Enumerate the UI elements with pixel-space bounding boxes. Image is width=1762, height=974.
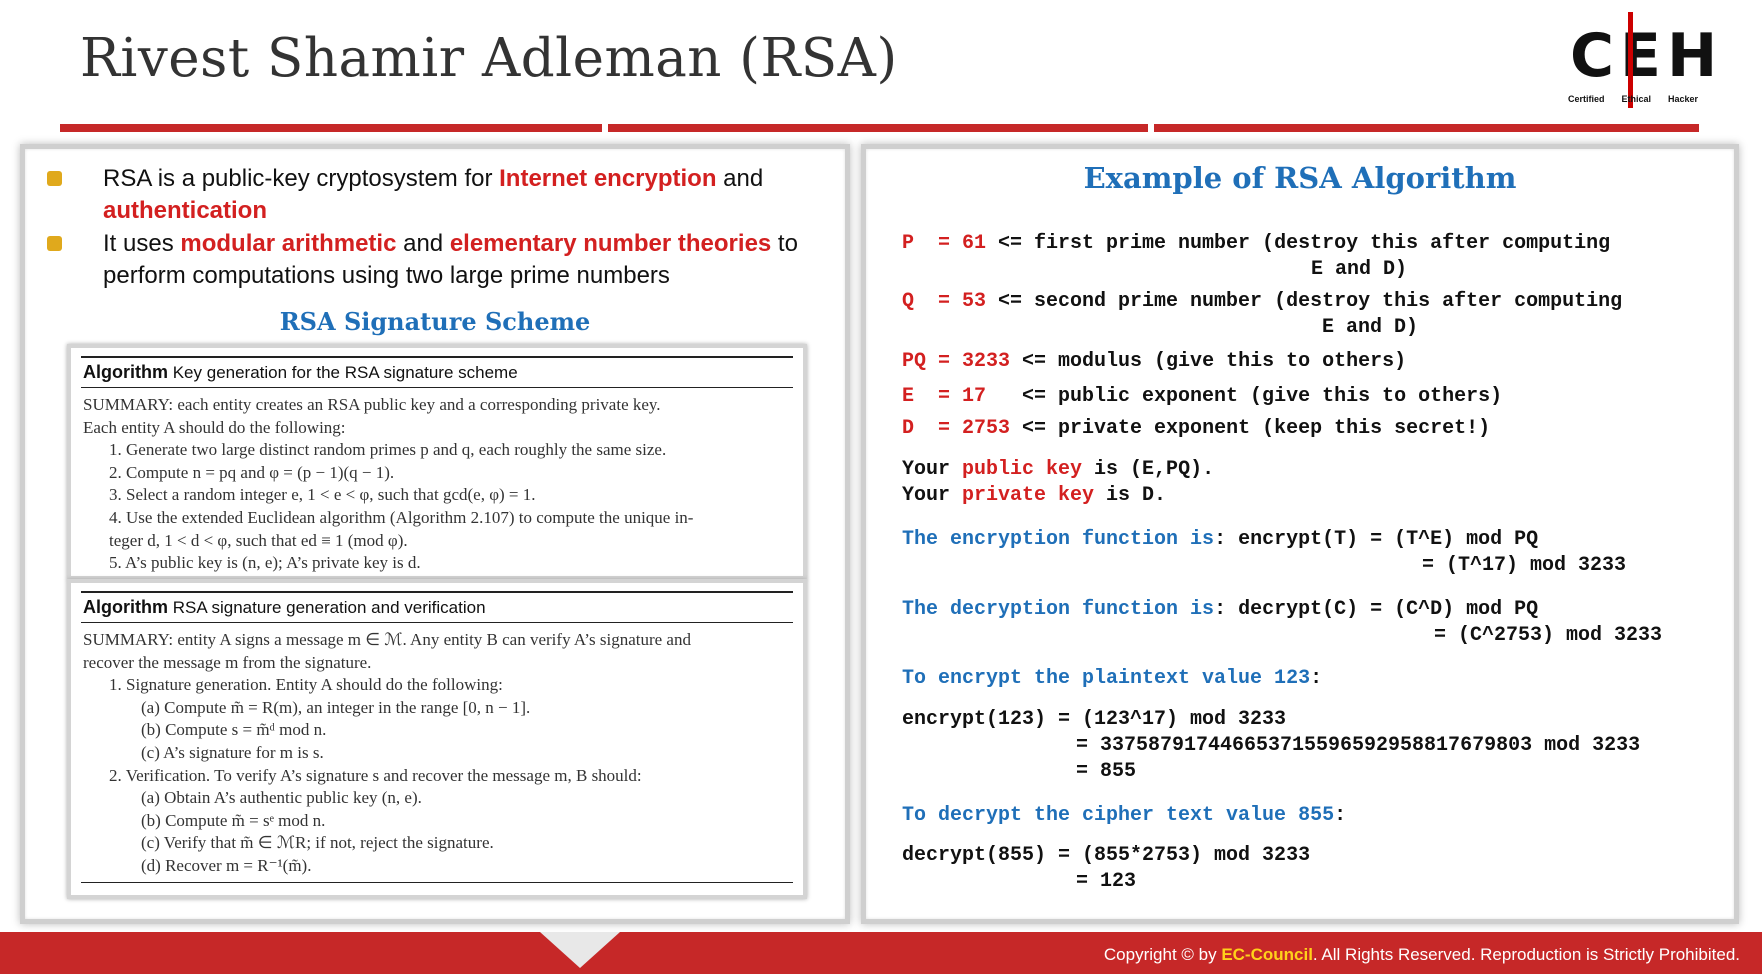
algo-line: 5. A’s public key is (n, e); A’s private…: [109, 553, 421, 573]
logo-word: Hacker: [1667, 94, 1698, 104]
encryption-function: The encryption function is: encrypt(T) =…: [902, 528, 1539, 551]
algorithm-body: SUMMARY: each entity creates an RSA publ…: [83, 394, 791, 575]
param-d: D = 2753 <= private exponent (keep this …: [902, 417, 1491, 440]
decrypt-heading: To decrypt the cipher text value 855:: [902, 804, 1347, 827]
logo-subtitle: Certified Ethical Hacker: [1568, 94, 1698, 104]
highlight-text: authentication: [103, 197, 268, 224]
algorithm-signature-box: Algorithm RSA signature generation and v…: [67, 579, 807, 899]
bullet-item-2: It uses modular arithmetic and elementar…: [47, 228, 817, 292]
algo-line: teger d, 1 < d < φ, such that ed ≡ 1 (mo…: [109, 530, 408, 550]
title-divider-right: [1154, 124, 1699, 132]
encrypt-line: = 855: [1076, 760, 1137, 783]
param-p: P = 61 <= first prime number (destroy th…: [902, 232, 1611, 255]
encrypt-line: encrypt(123) = (123^17) mod 3233: [902, 708, 1287, 731]
bullet-item-1: RSA is a public-key cryptosystem for Int…: [47, 163, 817, 227]
algo-line: (c) A’s signature for m is s.: [141, 742, 324, 762]
param-q-cont: E and D): [1322, 316, 1419, 339]
decryption-function: The decryption function is: decrypt(C) =…: [902, 598, 1539, 621]
copyright-text: Copyright © by EC-Council. All Rights Re…: [1103, 945, 1740, 964]
signature-scheme-title: RSA Signature Scheme: [279, 307, 591, 336]
ceh-logo: CEH Certified Ethical Hacker: [1568, 10, 1717, 110]
decrypt-line: = 123: [1076, 870, 1137, 893]
algo-line: (b) Compute m̃ = sᵉ mod n.: [141, 810, 326, 830]
algorithm-body: SUMMARY: entity A signs a message m ∈ ℳ.…: [83, 629, 791, 878]
left-panel: RSA is a public-key cryptosystem for Int…: [20, 144, 850, 924]
title-divider-left: [60, 124, 602, 132]
ec-council-brand: EC-Council: [1221, 945, 1313, 964]
algo-line: 2. Verification. To verify A’s signature…: [109, 765, 642, 785]
algo-line: (d) Recover m = R⁻¹(m̃).: [141, 855, 312, 875]
private-key-line: Your private key is D.: [902, 484, 1167, 507]
footer-notch: [540, 932, 620, 968]
algorithm-heading: Algorithm RSA signature generation and v…: [81, 591, 793, 623]
bullet-icon: [47, 171, 62, 186]
algo-line: (c) Verify that m̃ ∈ ℳR; if not, reject …: [141, 833, 494, 853]
encryption-function-cont: = (T^17) mod 3233: [1422, 554, 1627, 577]
highlight-text: modular arithmetic: [180, 230, 397, 257]
example-title: Example of RSA Algorithm: [1083, 161, 1517, 195]
param-pq: PQ = 3233 <= modulus (give this to other…: [902, 350, 1407, 373]
decryption-function-cont: = (C^2753) mod 3233: [1434, 624, 1663, 647]
algo-line: Each entity A should do the following:: [83, 417, 346, 437]
param-e: E = 17 <= public exponent (give this to …: [902, 385, 1503, 408]
param-p-cont: E and D): [1311, 258, 1408, 281]
algorithm-heading: Algorithm Key generation for the RSA sig…: [81, 356, 793, 388]
logo-word: Ethical: [1621, 94, 1651, 104]
algo-line: 1. Signature generation. Entity A should…: [109, 675, 503, 695]
highlight-text: elementary number theories: [449, 230, 772, 257]
algo-line: (a) Compute m̃ = R(m), an integer in the…: [141, 697, 531, 717]
algorithm-keygen-box: Algorithm Key generation for the RSA sig…: [67, 344, 807, 580]
right-panel: Example of RSA Algorithm P = 61 <= first…: [861, 144, 1739, 924]
algo-line: (a) Obtain A’s authentic public key (n, …: [141, 788, 422, 808]
algo-line: SUMMARY: each entity creates an RSA publ…: [83, 395, 661, 414]
algo-line: 1. Generate two large distinct random pr…: [109, 440, 667, 460]
encrypt-heading: To encrypt the plaintext value 123:: [902, 667, 1323, 690]
bullet-icon: [47, 236, 62, 251]
highlight-text: Internet encryption: [499, 165, 717, 192]
param-q: Q = 53 <= second prime number (destroy t…: [902, 290, 1623, 313]
algo-line: SUMMARY: entity A signs a message m ∈ ℳ.…: [83, 630, 691, 649]
algo-line: 3. Select a random integer e, 1 < e < φ,…: [109, 485, 536, 505]
algo-line: (b) Compute s = m̃ᵈ mod n.: [141, 720, 327, 740]
title-divider-mid: [608, 124, 1148, 132]
decrypt-line: decrypt(855) = (855*2753) mod 3233: [902, 844, 1311, 867]
logo-word: Certified: [1568, 94, 1605, 104]
encrypt-line: = 337587917446653715596592958817679803 m…: [1076, 734, 1641, 757]
algo-line: recover the message m from the signature…: [83, 652, 372, 672]
algo-line: 2. Compute n = pq and φ = (p − 1)(q − 1)…: [109, 462, 395, 482]
algo-line: 4. Use the extended Euclidean algorithm …: [109, 507, 694, 527]
page-title: Rivest Shamir Adleman (RSA): [80, 28, 898, 89]
logo-letters: CEH: [1570, 21, 1724, 91]
public-key-line: Your public key is (E,PQ).: [902, 458, 1215, 481]
